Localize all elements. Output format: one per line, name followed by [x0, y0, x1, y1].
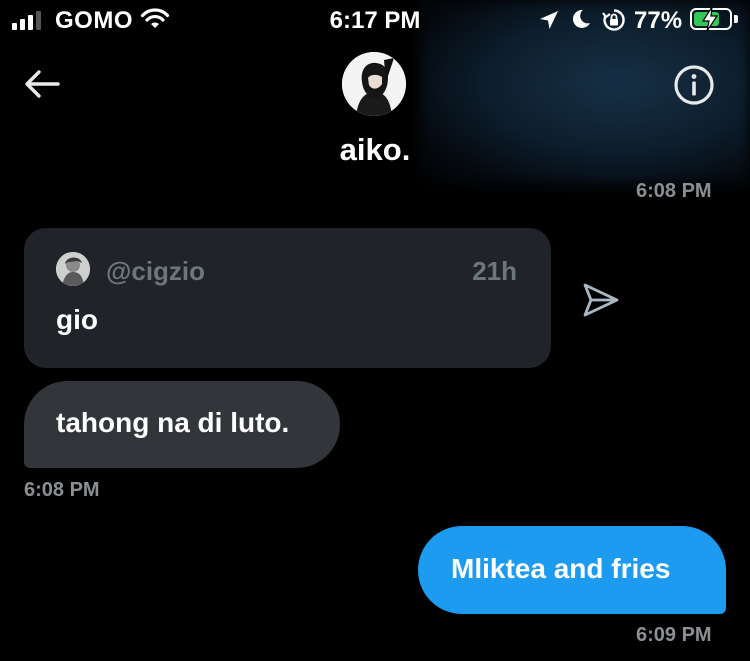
arrow-left-icon	[25, 70, 60, 98]
contact-name[interactable]: aiko.	[0, 132, 750, 168]
received-message-text: tahong na di luto.	[56, 407, 290, 438]
rotation-lock-icon	[602, 8, 626, 37]
battery-cap	[734, 15, 738, 23]
sent-message-text: Mliktea and fries	[451, 553, 671, 584]
status-bar: GOMO 6:17 PM 77%	[0, 0, 750, 40]
send-icon	[583, 283, 619, 317]
share-post-button[interactable]	[580, 280, 622, 320]
charging-bolt-icon	[700, 6, 720, 37]
info-icon	[674, 65, 714, 105]
location-arrow-icon	[538, 9, 560, 36]
received-message-bubble[interactable]: tahong na di luto.	[24, 381, 340, 468]
contact-avatar[interactable]	[342, 52, 406, 116]
shared-post-card[interactable]: @cigzio 21h gio	[24, 228, 551, 368]
post-text: gio	[56, 304, 98, 335]
sent-message-timestamp: 6:09 PM	[636, 624, 712, 646]
post-author-handle: @cigzio	[106, 256, 206, 286]
back-button[interactable]	[20, 62, 64, 106]
info-button[interactable]	[672, 63, 716, 107]
post-age: 21h	[472, 256, 517, 286]
battery-percent: 77%	[634, 7, 683, 34]
moon-icon	[570, 8, 592, 35]
received-message-timestamp: 6:08 PM	[24, 479, 100, 501]
post-author-avatar	[56, 252, 90, 286]
sent-message-bubble[interactable]: Mliktea and fries	[418, 526, 726, 614]
message-timestamp: 6:08 PM	[636, 180, 712, 202]
